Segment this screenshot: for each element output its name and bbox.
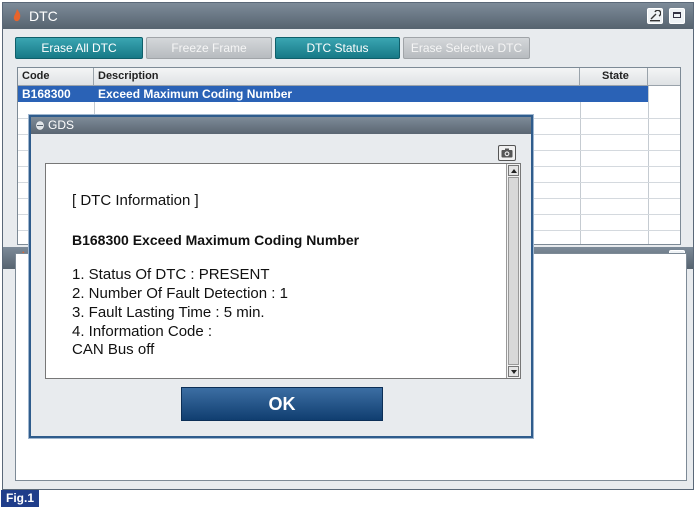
info-line-fault-count: 2. Number Of Fault Detection : 1 bbox=[72, 285, 288, 302]
window-title: DTC bbox=[29, 8, 58, 24]
dtc-code-cell: B168300 bbox=[22, 87, 71, 101]
gds-logo-icon bbox=[36, 121, 44, 130]
info-scrollbar[interactable] bbox=[506, 164, 520, 378]
camera-icon bbox=[501, 148, 513, 158]
erase-selective-dtc-button[interactable]: Erase Selective DTC bbox=[403, 37, 530, 59]
info-heading: [ DTC Information ] bbox=[72, 192, 199, 209]
setup-icon bbox=[650, 10, 661, 22]
freeze-frame-button[interactable]: Freeze Frame bbox=[146, 37, 272, 59]
gds-dialog-title: GDS bbox=[48, 118, 75, 132]
scroll-up-button[interactable] bbox=[508, 165, 519, 176]
flame-icon bbox=[13, 9, 21, 22]
info-line-status: 1. Status Of DTC : PRESENT bbox=[72, 266, 270, 283]
column-header-state[interactable]: State bbox=[580, 68, 648, 86]
setup-button[interactable] bbox=[647, 8, 663, 24]
dtc-status-button[interactable]: DTC Status bbox=[275, 37, 400, 59]
scroll-down-button[interactable] bbox=[508, 366, 519, 377]
info-line-info-code: 4. Information Code : bbox=[72, 323, 213, 340]
grid-line bbox=[580, 86, 581, 244]
gds-dialog-titlebar[interactable]: GDS bbox=[31, 117, 531, 134]
column-header-description[interactable]: Description bbox=[94, 68, 580, 86]
dtc-information-panel: [ DTC Information ] B168300 Exceed Maxim… bbox=[45, 163, 521, 379]
info-dtc-line: B168300 Exceed Maximum Coding Number bbox=[72, 232, 360, 248]
column-header-spacer bbox=[648, 68, 680, 86]
info-line-can-bus: CAN Bus off bbox=[72, 341, 155, 358]
gds-dialog: GDS [ DTC Information ] B168300 Exceed M… bbox=[29, 115, 533, 438]
ok-button[interactable]: OK bbox=[181, 387, 383, 421]
column-header-code[interactable]: Code bbox=[18, 68, 94, 86]
info-line-fault-time: 3. Fault Lasting Time : 5 min. bbox=[72, 304, 265, 321]
dtc-description-cell: Exceed Maximum Coding Number bbox=[98, 87, 293, 101]
screenshot-button[interactable] bbox=[498, 145, 516, 161]
erase-all-dtc-button[interactable]: Erase All DTC bbox=[15, 37, 143, 59]
dtc-toolbar: Erase All DTC Freeze Frame DTC Status Er… bbox=[15, 37, 530, 59]
table-row[interactable]: B168300 Exceed Maximum Coding Number bbox=[18, 86, 648, 102]
figure-label: Fig.1 bbox=[1, 490, 39, 507]
scroll-thumb[interactable] bbox=[508, 177, 519, 365]
grid-line bbox=[648, 86, 649, 244]
dtc-window-titlebar: DTC bbox=[3, 3, 693, 29]
maximize-button[interactable] bbox=[669, 8, 685, 24]
